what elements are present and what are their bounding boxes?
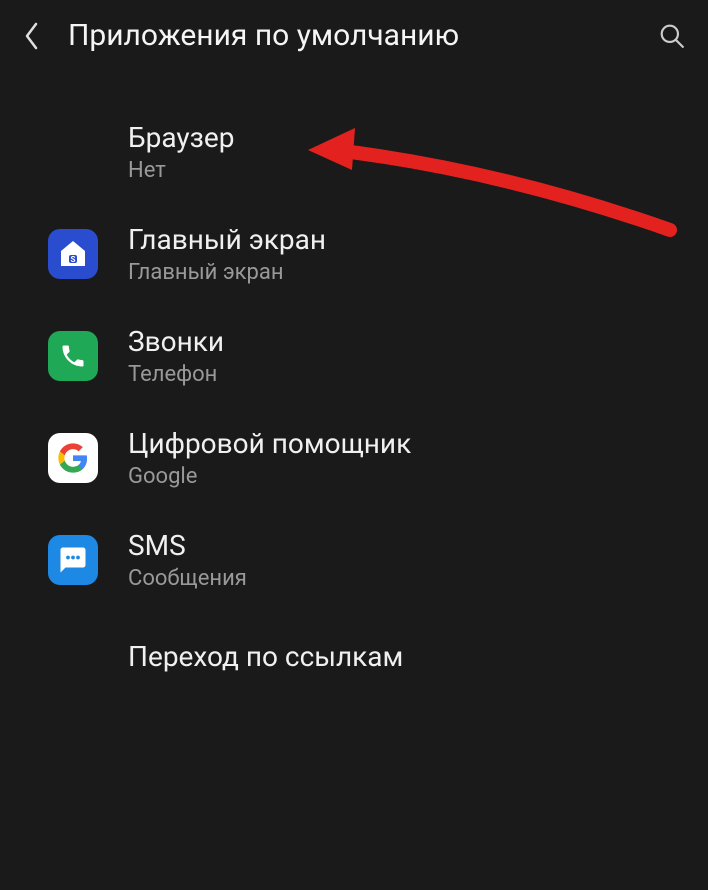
item-text: Переход по ссылкам — [128, 640, 403, 673]
list-item-calls[interactable]: Звонки Телефон — [0, 305, 708, 407]
item-title: Главный экран — [128, 223, 326, 256]
list-item-links[interactable]: Переход по ссылкам — [0, 611, 708, 701]
list-item-home[interactable]: S Главный экран Главный экран — [0, 203, 708, 305]
item-title: Переход по ссылкам — [128, 640, 403, 673]
search-button[interactable] — [656, 20, 688, 52]
sms-app-icon — [48, 535, 98, 585]
home-app-icon: S — [48, 229, 98, 279]
item-subtitle: Нет — [128, 158, 234, 183]
item-text: Звонки Телефон — [128, 325, 224, 387]
item-subtitle: Главный экран — [128, 260, 326, 285]
google-app-icon — [48, 433, 98, 483]
settings-list: Браузер Нет S Главный экран Главный экра… — [0, 71, 708, 701]
item-title: Браузер — [128, 121, 234, 154]
item-text: Главный экран Главный экран — [128, 223, 326, 285]
list-item-sms[interactable]: SMS Сообщения — [0, 509, 708, 611]
item-text: SMS Сообщения — [128, 529, 247, 591]
item-subtitle: Google — [128, 464, 411, 489]
item-title: SMS — [128, 529, 247, 562]
item-subtitle: Телефон — [128, 362, 224, 387]
list-item-assistant[interactable]: Цифровой помощник Google — [0, 407, 708, 509]
back-button[interactable] — [20, 24, 44, 48]
item-subtitle: Сообщения — [128, 566, 247, 591]
item-title: Цифровой помощник — [128, 427, 411, 460]
item-text: Браузер Нет — [128, 121, 234, 183]
list-item-browser[interactable]: Браузер Нет — [0, 101, 708, 203]
item-title: Звонки — [128, 325, 224, 358]
phone-app-icon — [48, 331, 98, 381]
chevron-left-icon — [24, 22, 40, 50]
page-title: Приложения по умолчанию — [68, 18, 632, 53]
header: Приложения по умолчанию — [0, 0, 708, 71]
search-icon — [659, 23, 685, 49]
item-text: Цифровой помощник Google — [128, 427, 411, 489]
svg-text:S: S — [71, 255, 76, 264]
